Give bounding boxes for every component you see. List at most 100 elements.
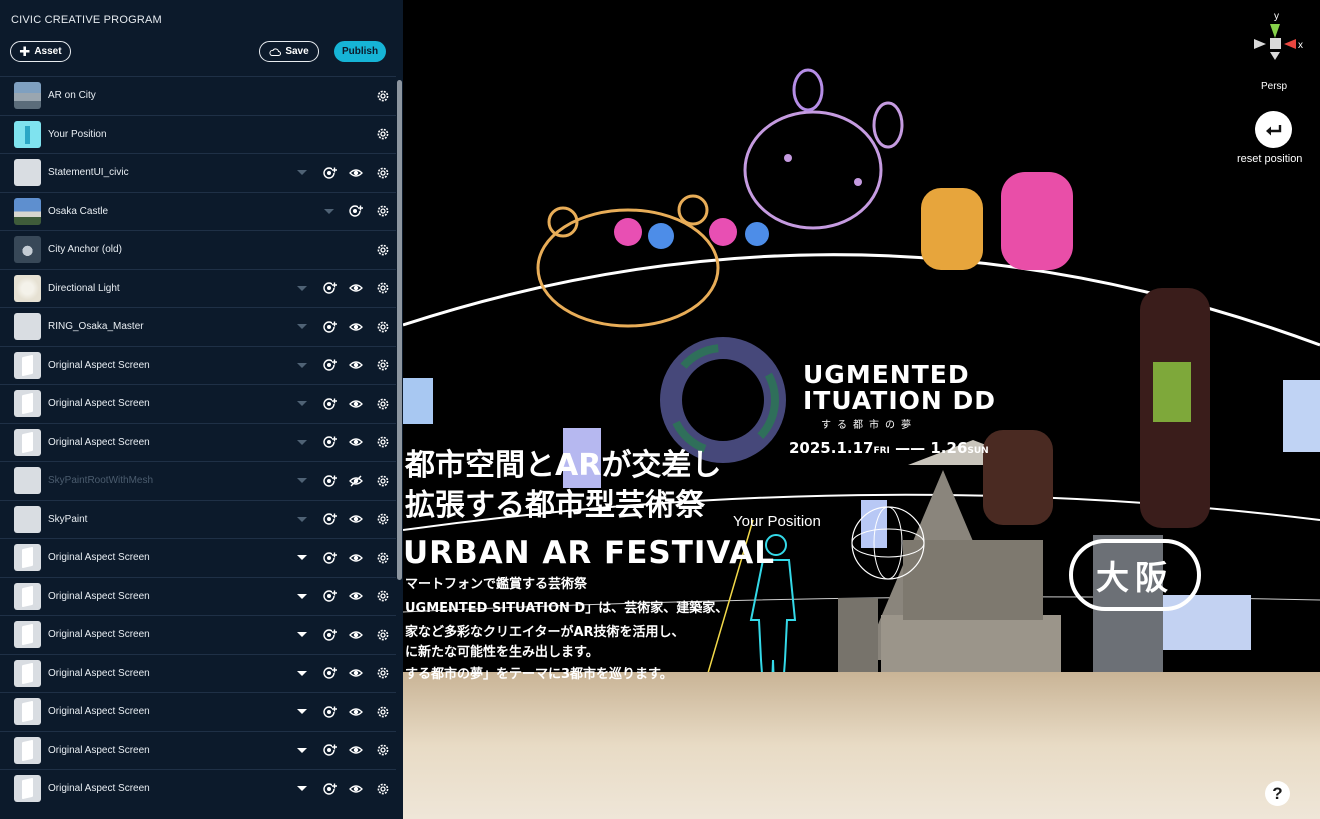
gear-icon[interactable] [376, 782, 390, 796]
gear-icon[interactable] [376, 435, 390, 449]
camera-mode-label[interactable]: Persp [1261, 81, 1287, 92]
gear-icon[interactable] [376, 705, 390, 719]
gizmo-x-axis[interactable] [1284, 39, 1296, 49]
gizmo-y-axis[interactable] [1270, 24, 1280, 38]
gear-icon[interactable] [376, 358, 390, 372]
add-child-icon[interactable] [323, 743, 337, 757]
asset-row[interactable]: Original Aspect Screen [0, 384, 396, 423]
eye-icon[interactable] [349, 281, 363, 295]
asset-row[interactable]: SkyPaint [0, 499, 396, 539]
gear-icon[interactable] [376, 589, 390, 603]
asset-row[interactable]: Original Aspect Screen [0, 538, 396, 577]
eye-icon[interactable] [349, 512, 363, 526]
eye-icon[interactable] [349, 705, 363, 719]
chevron-down-icon[interactable] [297, 478, 307, 484]
gear-icon[interactable] [376, 666, 390, 680]
reset-position-button[interactable] [1255, 111, 1292, 148]
eye-icon[interactable] [349, 782, 363, 796]
chevron-down-icon[interactable] [297, 747, 307, 753]
chevron-down-icon[interactable] [297, 516, 307, 522]
asset-row[interactable]: Original Aspect Screen [0, 422, 396, 462]
asset-row[interactable]: Original Aspect Screen [0, 615, 396, 654]
gear-icon[interactable] [376, 512, 390, 526]
add-child-icon[interactable] [323, 281, 337, 295]
add-child-icon[interactable] [323, 166, 337, 180]
gizmo-neg-y-axis[interactable] [1270, 52, 1280, 60]
add-child-icon[interactable] [323, 782, 337, 796]
scene-viewport[interactable]: UGMENTED ITUATION DD する都市の夢 2025.1.17FRI… [403, 0, 1320, 819]
gear-icon[interactable] [376, 743, 390, 757]
eye-icon[interactable] [349, 628, 363, 642]
asset-row[interactable]: Original Aspect Screen [0, 730, 396, 770]
save-button[interactable]: Save [259, 41, 319, 62]
gear-icon[interactable] [376, 281, 390, 295]
asset-row[interactable]: Directional Light [0, 268, 396, 308]
gear-icon[interactable] [376, 397, 390, 411]
scrollbar-thumb[interactable] [397, 80, 402, 580]
eye-icon[interactable] [349, 397, 363, 411]
gear-icon[interactable] [376, 628, 390, 642]
gear-icon[interactable] [376, 166, 390, 180]
gizmo-neg-x-axis[interactable] [1254, 39, 1266, 49]
add-child-icon[interactable] [323, 589, 337, 603]
chevron-down-icon[interactable] [297, 324, 307, 330]
chevron-down-icon[interactable] [297, 401, 307, 407]
asset-row[interactable]: AR on City [0, 76, 396, 115]
gear-icon[interactable] [376, 204, 390, 218]
chevron-down-icon[interactable] [297, 632, 307, 638]
chevron-down-icon[interactable] [297, 670, 307, 676]
chevron-down-icon[interactable] [297, 555, 307, 561]
asset-row[interactable]: StatementUI_civic [0, 153, 396, 192]
eye-icon[interactable] [349, 435, 363, 449]
axis-gizmo[interactable]: y x [1248, 8, 1308, 68]
asset-row[interactable]: Original Aspect Screen [0, 576, 396, 616]
asset-row[interactable]: Original Aspect Screen [0, 769, 396, 808]
eye-icon[interactable] [349, 166, 363, 180]
add-child-icon[interactable] [323, 397, 337, 411]
asset-row[interactable]: City Anchor (old) [0, 230, 396, 269]
add-child-icon[interactable] [323, 358, 337, 372]
eye-icon[interactable] [349, 666, 363, 680]
gear-icon[interactable] [376, 474, 390, 488]
chevron-down-icon[interactable] [297, 786, 307, 792]
asset-row[interactable]: Original Aspect Screen [0, 653, 396, 693]
gear-icon[interactable] [376, 127, 390, 141]
gear-icon[interactable] [376, 551, 390, 565]
eye-icon[interactable] [349, 320, 363, 334]
add-child-icon[interactable] [323, 435, 337, 449]
add-child-icon[interactable] [323, 666, 337, 680]
eye-icon[interactable] [349, 743, 363, 757]
asset-label: City Anchor (old) [48, 244, 122, 256]
gear-icon[interactable] [376, 243, 390, 257]
eye-icon[interactable] [349, 551, 363, 565]
add-child-icon[interactable] [323, 512, 337, 526]
gizmo-center[interactable] [1270, 38, 1281, 49]
chevron-down-icon[interactable] [297, 362, 307, 368]
add-child-icon[interactable] [323, 705, 337, 719]
add-child-icon[interactable] [349, 204, 363, 218]
add-asset-button[interactable]: ✚ Asset [10, 41, 71, 62]
add-child-icon[interactable] [323, 551, 337, 565]
asset-row[interactable]: Osaka Castle [0, 191, 396, 231]
add-child-icon[interactable] [323, 628, 337, 642]
help-button[interactable]: ? [1265, 781, 1290, 806]
asset-row[interactable]: Original Aspect Screen [0, 692, 396, 731]
eye-icon[interactable] [349, 358, 363, 372]
chevron-down-icon[interactable] [297, 285, 307, 291]
asset-row[interactable]: Original Aspect Screen [0, 345, 396, 385]
gear-icon[interactable] [376, 320, 390, 334]
eye-off-icon[interactable] [349, 474, 363, 488]
chevron-down-icon[interactable] [297, 439, 307, 445]
asset-row[interactable]: SkyPaintRootWithMesh [0, 461, 396, 500]
asset-row[interactable]: RING_Osaka_Master [0, 307, 396, 346]
add-child-icon[interactable] [323, 320, 337, 334]
chevron-down-icon[interactable] [297, 593, 307, 599]
asset-row[interactable]: Your Position [0, 114, 396, 154]
gear-icon[interactable] [376, 89, 390, 103]
add-child-icon[interactable] [323, 474, 337, 488]
publish-button[interactable]: Publish [334, 41, 386, 62]
chevron-down-icon[interactable] [297, 170, 307, 176]
eye-icon[interactable] [349, 589, 363, 603]
chevron-down-icon[interactable] [297, 709, 307, 715]
chevron-down-icon[interactable] [324, 208, 334, 214]
